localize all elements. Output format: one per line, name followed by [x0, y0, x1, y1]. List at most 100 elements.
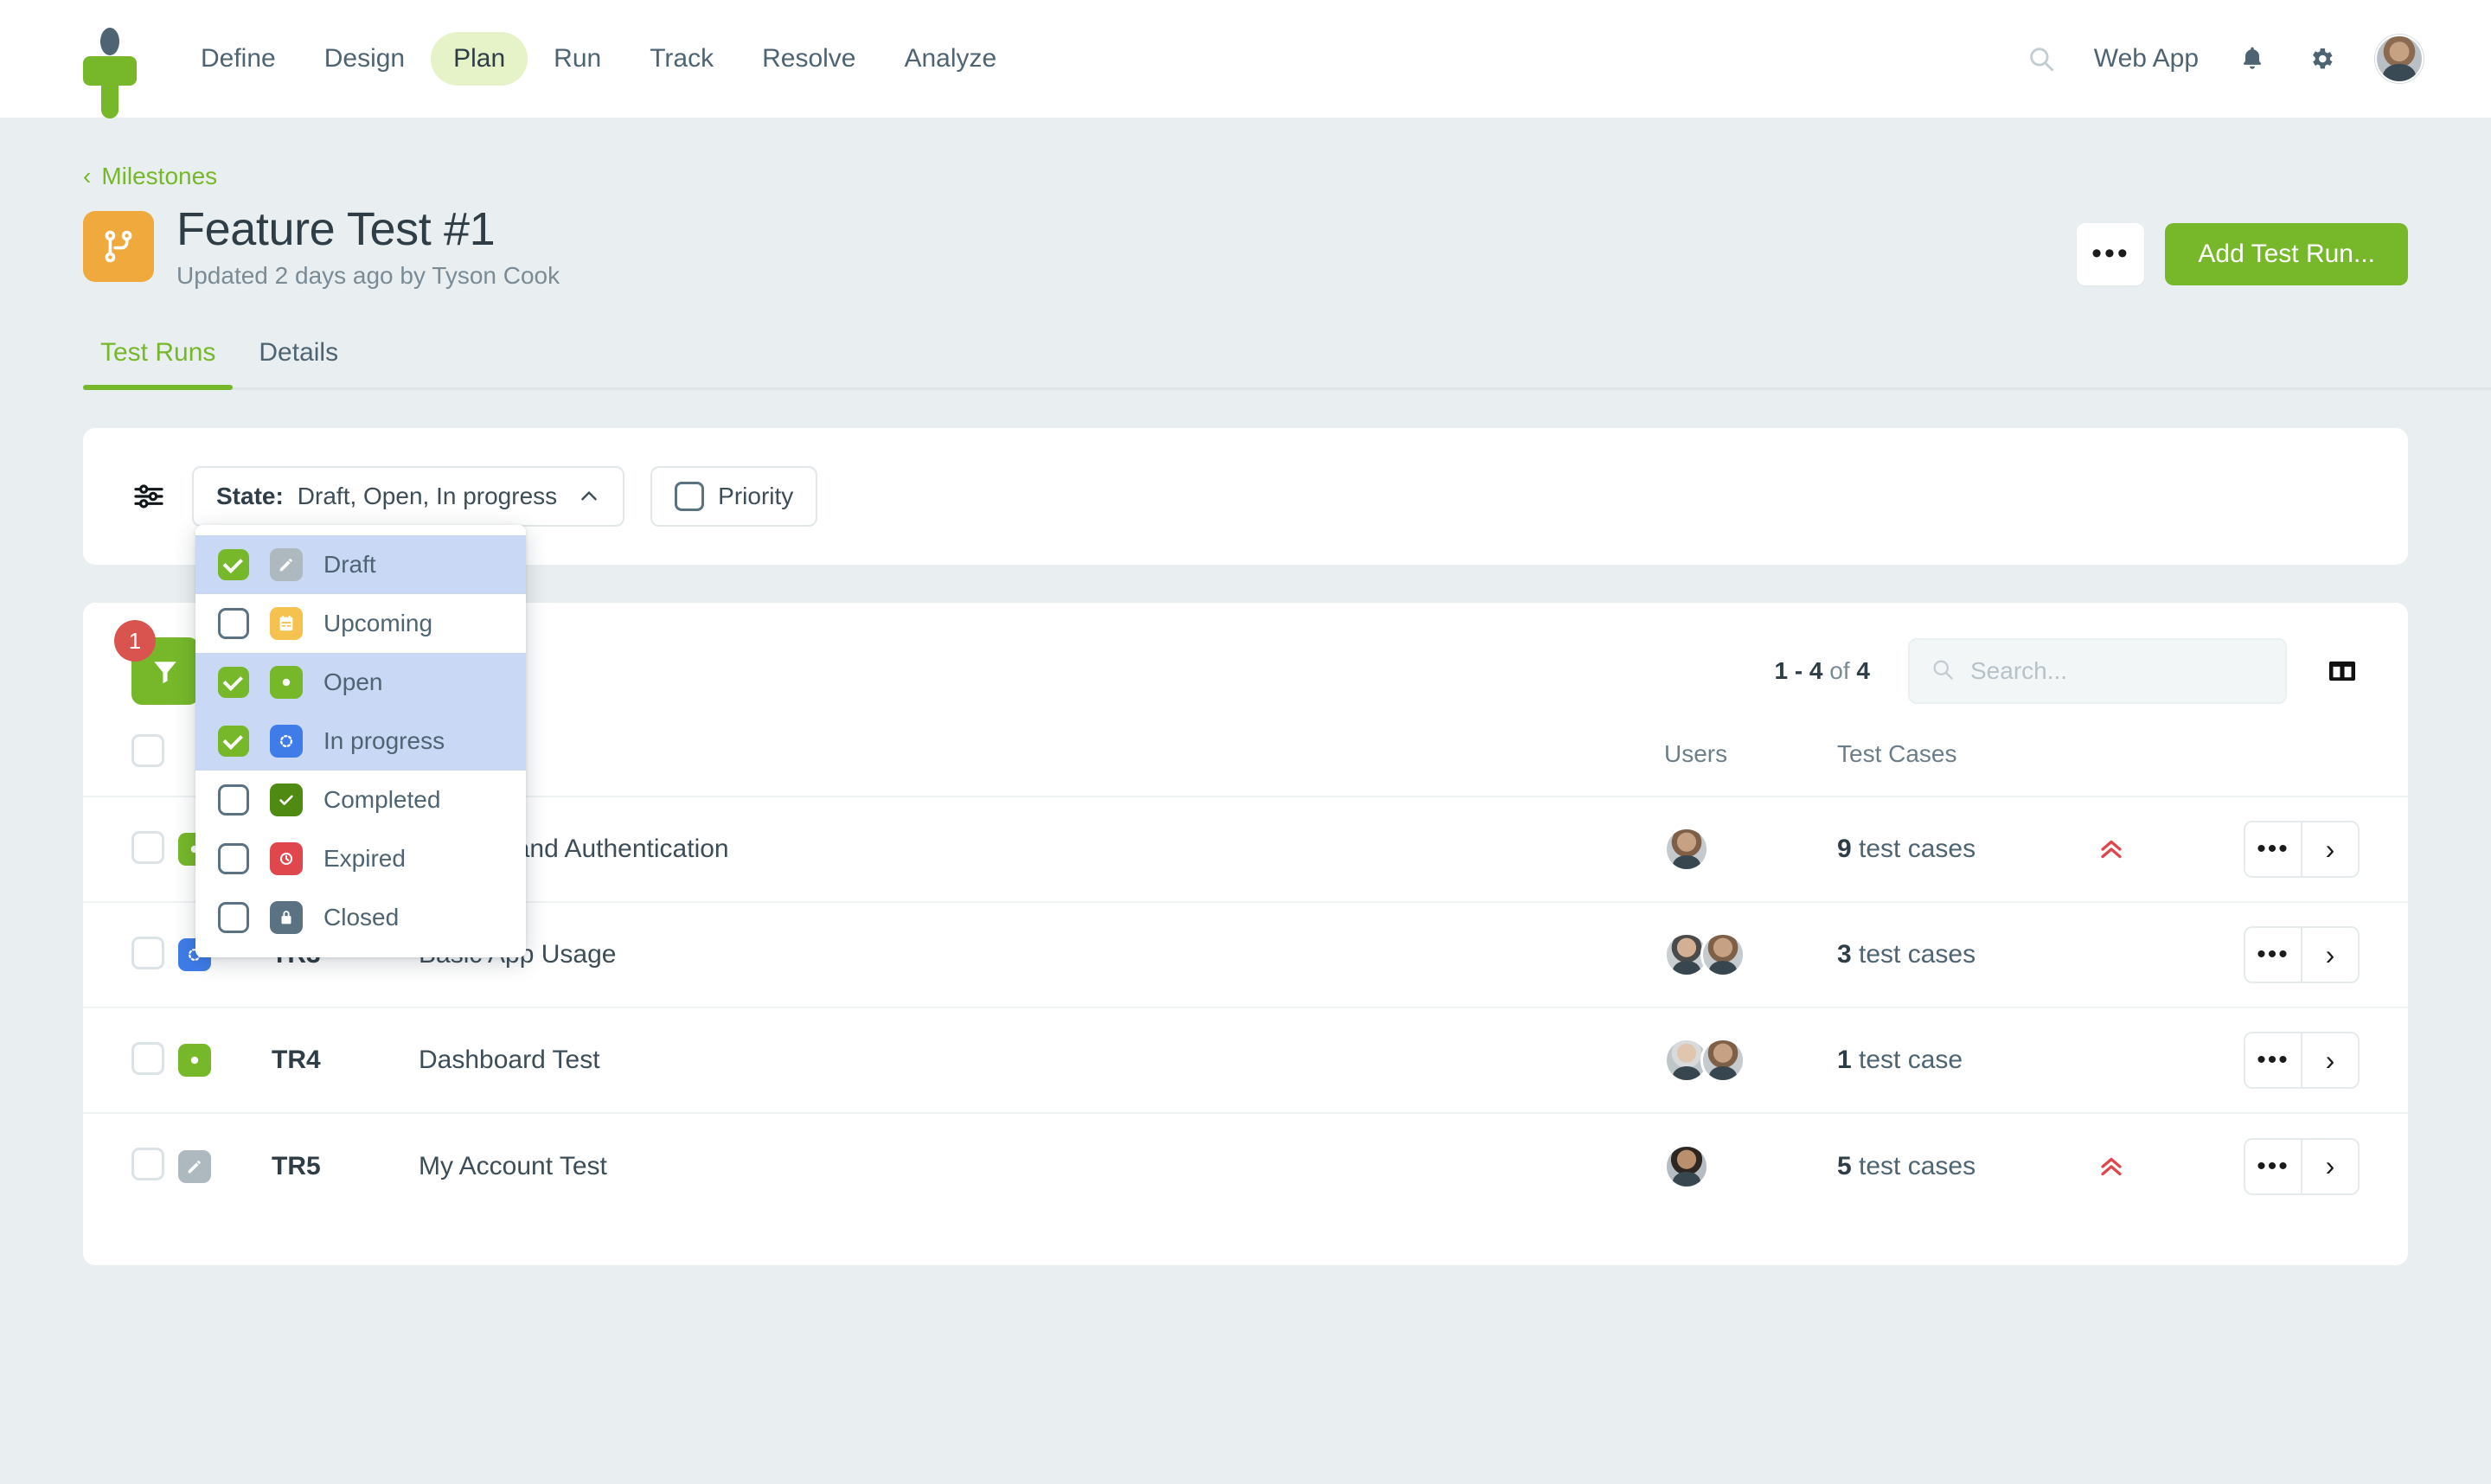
priority-high-icon — [2097, 1152, 2244, 1181]
dot-icon — [270, 666, 303, 700]
row-name-cell[interactable]: Dashboard Test — [419, 1007, 1664, 1114]
row-more-button[interactable]: ••• — [2245, 1033, 2301, 1087]
testmo-logo[interactable] — [83, 28, 137, 118]
row-more-button[interactable]: ••• — [2245, 822, 2301, 876]
row-cases-label: test case — [1859, 1046, 1963, 1075]
row-actions-cell: ••• › — [2244, 901, 2408, 1008]
clock-icon — [270, 842, 303, 876]
bell-icon[interactable] — [2237, 43, 2268, 74]
select-all-checkbox[interactable] — [131, 734, 164, 768]
row-checkbox[interactable] — [131, 1148, 164, 1181]
row-priority-cell — [2097, 1112, 2244, 1219]
table-row[interactable]: TR4 Dashboard Test 1 test case ••• › — [83, 1007, 2408, 1114]
dropdown-option-in-progress[interactable]: In progress — [195, 712, 526, 771]
row-action-group: ••• › — [2244, 1032, 2360, 1090]
tab-details[interactable]: Details — [241, 338, 355, 390]
state-filter-prefix: State: — [216, 483, 284, 510]
nav-item-analyze[interactable]: Analyze — [881, 32, 1019, 86]
row-open-button[interactable]: › — [2301, 822, 2358, 877]
row-select-cell — [83, 796, 178, 903]
gear-icon[interactable] — [2306, 43, 2337, 74]
tab-underline — [83, 387, 2491, 391]
row-checkbox[interactable] — [131, 1041, 164, 1075]
more-actions-button[interactable]: ••• — [2077, 223, 2145, 285]
row-action-group: ••• › — [2244, 821, 2360, 879]
filter-toggle-button[interactable]: 1 — [114, 620, 199, 706]
state-dropdown-menu[interactable]: Draft Upcoming Open In progress Complete… — [195, 525, 526, 958]
priority-filter-chip[interactable]: Priority — [650, 466, 818, 528]
dropdown-option-label: Draft — [323, 551, 376, 579]
table-row[interactable]: TR5 My Account Test 5 test cases ••• › — [83, 1112, 2408, 1219]
checkbox-empty-icon[interactable] — [218, 843, 249, 875]
toolbar-right: 1 - 4 of 4 — [1774, 638, 2360, 705]
avatar[interactable] — [1664, 827, 1709, 873]
row-name-cell[interactable]: Basic App Usage — [419, 901, 1664, 1008]
priority-high-icon — [2097, 835, 2244, 864]
row-state-cell — [178, 1112, 272, 1219]
add-test-run-button[interactable]: Add Test Run... — [2165, 223, 2408, 285]
checkbox-empty-icon[interactable] — [218, 902, 249, 934]
project-switcher[interactable]: Web App — [2094, 44, 2199, 74]
page-subtitle: Updated 2 days ago by Tyson Cook — [176, 262, 560, 290]
filter-bar: State: Draft, Open, In progress Priority… — [83, 428, 2408, 958]
row-open-button[interactable]: › — [2301, 1139, 2358, 1193]
row-more-button[interactable]: ••• — [2245, 928, 2301, 982]
col-name[interactable]: Name — [419, 726, 1664, 796]
pagination-range: 1 - 4 — [1774, 657, 1823, 685]
avatar[interactable] — [1700, 1038, 1745, 1084]
state-filter-chip[interactable]: State: Draft, Open, In progress — [192, 466, 625, 528]
header-actions: ••• Add Test Run... — [2077, 223, 2408, 285]
row-checkbox[interactable] — [131, 936, 164, 969]
nav-item-plan[interactable]: Plan — [431, 32, 528, 86]
search-icon[interactable] — [2027, 44, 2056, 74]
checkbox-checked-icon[interactable] — [218, 549, 249, 581]
page-title: Feature Test #1 — [176, 203, 496, 255]
search-input[interactable] — [1970, 657, 2264, 686]
col-users[interactable]: Users — [1664, 726, 1837, 796]
topbar-actions: Web App — [2027, 35, 2424, 83]
row-priority-cell — [2097, 901, 2244, 1008]
checkbox-checked-icon[interactable] — [218, 726, 249, 758]
breadcrumb[interactable]: ‹ Milestones — [83, 118, 2408, 190]
row-name-cell[interactable]: My Account Test — [419, 1112, 1664, 1219]
row-name-cell[interactable]: Sign-up and Authentication — [419, 796, 1664, 903]
row-open-button[interactable]: › — [2301, 928, 2358, 982]
dropdown-option-open[interactable]: Open — [195, 653, 526, 713]
nav-item-design[interactable]: Design — [302, 32, 427, 86]
nav-item-track[interactable]: Track — [627, 32, 736, 86]
pencil-icon — [178, 1149, 211, 1183]
row-cases-count: 1 — [1837, 1046, 1852, 1075]
row-open-button[interactable]: › — [2301, 1033, 2358, 1088]
tab-bar: Test Runs Details — [83, 338, 2491, 391]
row-checkbox[interactable] — [131, 830, 164, 864]
columns-icon[interactable] — [2325, 654, 2360, 688]
row-actions-cell: ••• › — [2244, 796, 2408, 903]
dropdown-option-completed[interactable]: Completed — [195, 771, 526, 829]
row-more-button[interactable]: ••• — [2245, 1140, 2301, 1193]
filter-sliders-icon[interactable] — [131, 479, 166, 514]
avatar[interactable] — [1700, 932, 1745, 978]
pagination-summary: 1 - 4 of 4 — [1774, 657, 1870, 685]
dropdown-option-upcoming[interactable]: Upcoming — [195, 594, 526, 653]
checkbox-empty-icon[interactable] — [218, 608, 249, 640]
nav-item-run[interactable]: Run — [531, 32, 624, 86]
avatar[interactable] — [2375, 35, 2424, 83]
main-nav: Define Design Plan Run Track Resolve Ana… — [178, 32, 1019, 86]
row-users-cell — [1664, 796, 1837, 903]
tab-test-runs[interactable]: Test Runs — [83, 338, 234, 391]
col-priority — [2097, 726, 2244, 796]
row-cases-cell: 9 test cases — [1837, 796, 2097, 903]
search-input-wrapper[interactable] — [1908, 638, 2287, 705]
nav-item-define[interactable]: Define — [178, 32, 298, 86]
nav-item-resolve[interactable]: Resolve — [740, 32, 878, 86]
row-users-cell — [1664, 1007, 1837, 1114]
checkbox-checked-icon[interactable] — [218, 667, 249, 699]
checkbox-empty-icon[interactable] — [218, 784, 249, 816]
lock-icon — [270, 901, 303, 935]
dropdown-option-expired[interactable]: Expired — [195, 829, 526, 888]
dropdown-option-closed[interactable]: Closed — [195, 888, 526, 947]
dropdown-option-draft[interactable]: Draft — [195, 535, 526, 595]
row-cases-cell: 1 test case — [1837, 1007, 2097, 1114]
avatar[interactable] — [1664, 1143, 1709, 1189]
col-test-cases[interactable]: Test Cases — [1837, 726, 2097, 796]
